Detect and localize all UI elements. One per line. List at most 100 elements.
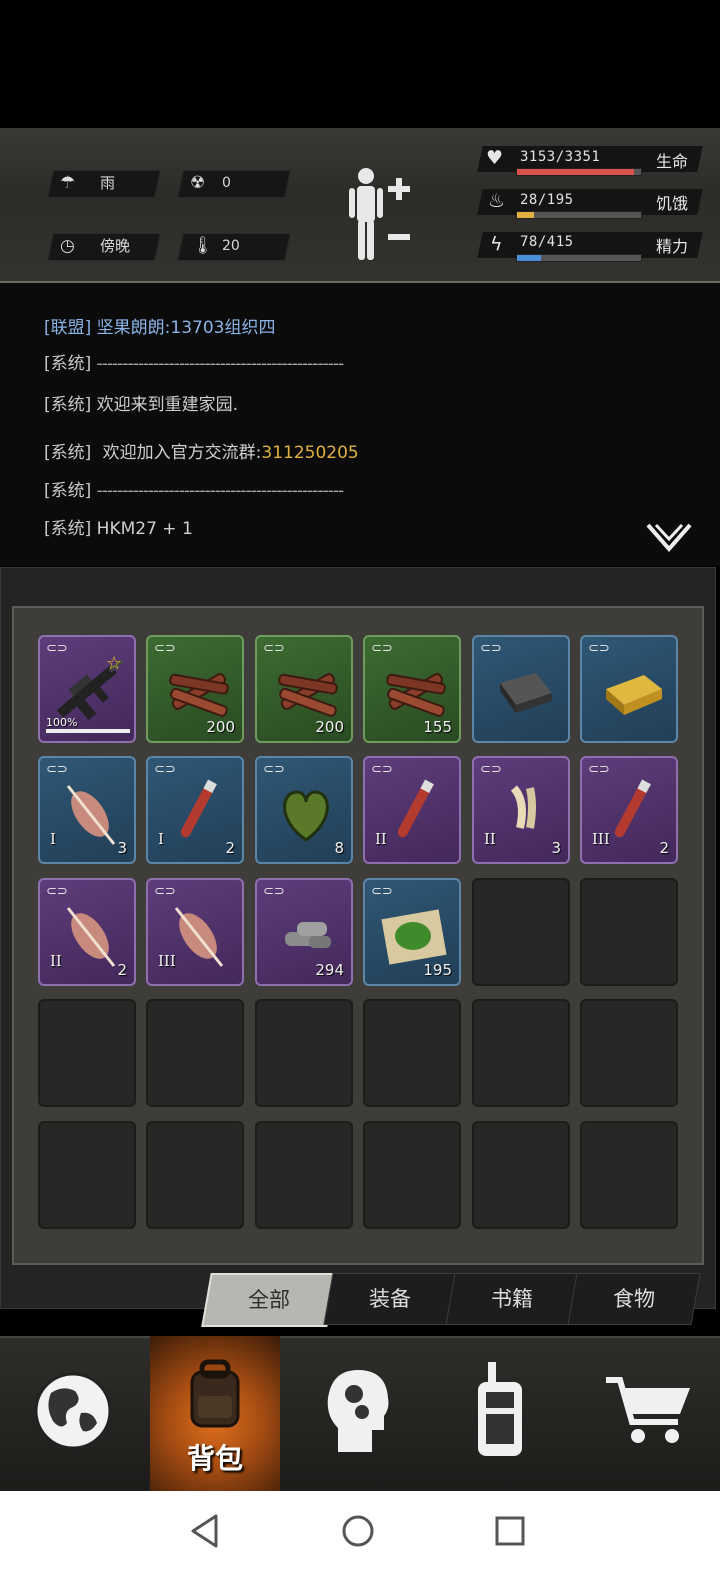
recents-icon[interactable] (494, 1515, 526, 1547)
inventory-slot-empty[interactable] (255, 1121, 353, 1229)
link-icon: ⊂⊃ (371, 884, 393, 899)
hunger-bar (516, 211, 642, 219)
item-quantity: 2 (659, 839, 669, 857)
chat-tag: [系统] (44, 395, 92, 415)
item-tier: II (375, 830, 387, 848)
chat-tag: [系统] (44, 519, 92, 539)
nav-shop[interactable] (580, 1336, 710, 1491)
link-icon: ⊂⊃ (588, 641, 610, 656)
link-icon: ⊂⊃ (154, 762, 176, 777)
link-icon: ⊂⊃ (154, 884, 176, 899)
chat-line: [系统] 欢迎来到重建家园. (44, 390, 238, 415)
inventory-item-assault-rifle[interactable]: ☆ ⊂⊃ 100% (38, 635, 136, 743)
item-quantity: 2 (225, 839, 235, 857)
link-icon: ⊂⊃ (263, 762, 285, 777)
inventory-slot-empty[interactable] (472, 1121, 570, 1229)
globe-icon (34, 1372, 112, 1450)
nav-world-map[interactable] (8, 1336, 138, 1491)
item-quantity: 3 (551, 839, 561, 857)
inventory-slot-empty[interactable] (146, 1121, 244, 1229)
inventory-item-meat[interactable]: ⊂⊃ II 2 (38, 878, 136, 986)
inventory-slot-empty[interactable] (363, 1121, 461, 1229)
inventory-item-meat[interactable]: ⊂⊃ I 3 (38, 756, 136, 864)
health-bar (516, 168, 642, 176)
weather-text: 雨 (100, 174, 116, 192)
inventory-slot-empty[interactable] (363, 999, 461, 1107)
link-icon: ⊂⊃ (154, 641, 176, 656)
inventory-slot-empty[interactable] (472, 878, 570, 986)
link-icon: ⊂⊃ (588, 762, 610, 777)
chat-tag: [联盟] (44, 318, 92, 338)
inventory-slot-empty[interactable] (146, 999, 244, 1107)
item-tier: III (158, 952, 176, 970)
item-quantity: 200 (206, 718, 235, 736)
item-tier: II (50, 952, 62, 970)
inventory-item-blood-vial[interactable]: ⊂⊃ I 2 (146, 756, 244, 864)
tab-equipment[interactable]: 装备 (323, 1273, 457, 1325)
inventory-item-meat[interactable]: ⊂⊃ III (146, 878, 244, 986)
body-status-icon[interactable] (342, 164, 422, 264)
nav-skills[interactable] (294, 1336, 424, 1491)
link-icon: ⊂⊃ (371, 762, 393, 777)
inventory-slot-empty[interactable] (255, 999, 353, 1107)
inventory-item-bullets[interactable]: ⊂⊃ 294 (255, 878, 353, 986)
tab-books[interactable]: 书籍 (445, 1273, 579, 1325)
inventory-item-blood-vial[interactable]: ⊂⊃ II (363, 756, 461, 864)
inventory-slot-empty[interactable] (580, 999, 678, 1107)
clock-icon: ◷ (60, 236, 75, 256)
item-tier: I (50, 830, 56, 848)
item-tier: I (158, 830, 164, 848)
chat-line: [联盟] 坚果朗朗:13703组织四 (44, 313, 275, 338)
hunger-value: 28/195 (520, 192, 574, 208)
shopping-cart-icon (606, 1377, 690, 1443)
nav-backpack[interactable]: 背包 (150, 1336, 280, 1491)
link-icon: ⊂⊃ (371, 641, 393, 656)
inventory-slot-empty[interactable] (472, 999, 570, 1107)
head-gears-icon (327, 1370, 389, 1452)
tab-all[interactable]: 全部 (201, 1273, 337, 1327)
backpack-icon (190, 1359, 240, 1428)
walkie-talkie-icon (478, 1362, 522, 1456)
chevron-down-icon[interactable] (646, 523, 692, 553)
tab-all-label: 全部 (248, 1288, 290, 1312)
inventory-item-cabbage-seeds[interactable]: ⊂⊃ 195 (363, 878, 461, 986)
nav-backpack-label: 背包 (186, 1442, 243, 1475)
inventory-item-gold-ingot[interactable]: ⊂⊃ (580, 635, 678, 743)
inventory-item-heart-organ[interactable]: ⊂⊃ 8 (255, 756, 353, 864)
chat-group-number[interactable]: 311250205 (261, 443, 358, 463)
tab-food[interactable]: 食物 (567, 1273, 701, 1325)
home-icon[interactable] (340, 1513, 376, 1549)
item-tier: III (592, 830, 610, 848)
nav-radio[interactable] (436, 1336, 566, 1491)
inventory-slot-empty[interactable] (580, 878, 678, 986)
link-icon: ⊂⊃ (480, 641, 502, 656)
heart-rate-icon: ♥ (486, 147, 504, 169)
inventory-slot-empty[interactable] (580, 1121, 678, 1229)
tab-food-label: 食物 (613, 1287, 655, 1311)
inventory-slot-empty[interactable] (38, 1121, 136, 1229)
chat-text: ----------------------------------------… (96, 481, 344, 501)
inventory-item-firewood[interactable]: ⊂⊃ 200 (146, 635, 244, 743)
chat-text: HKM27 + 1 (96, 519, 193, 539)
durability-text: 100% (46, 716, 78, 729)
inventory-item-claws[interactable]: ⊂⊃ II 3 (472, 756, 570, 864)
chat-tag: [系统] (44, 443, 92, 463)
time-of-day-text: 傍晚 (100, 237, 131, 255)
link-icon: ⊂⊃ (263, 884, 285, 899)
hunger-bar-fill (517, 212, 535, 218)
chat-tag: [系统] (44, 354, 92, 374)
thermometer-icon: 🌡 (192, 236, 214, 256)
inventory-item-firewood[interactable]: ⊂⊃ 155 (363, 635, 461, 743)
inventory-item-firewood[interactable]: ⊂⊃ 200 (255, 635, 353, 743)
back-icon[interactable] (188, 1513, 222, 1549)
energy-bar (516, 254, 642, 262)
inventory-item-iron-ingot[interactable]: ⊂⊃ (472, 635, 570, 743)
temperature-value: 20 (222, 238, 240, 254)
inventory-item-blood-vial[interactable]: ⊂⊃ III 2 (580, 756, 678, 864)
item-quantity: 195 (423, 961, 452, 979)
radiation-icon: ☢ (190, 173, 206, 193)
inventory-slot-empty[interactable] (38, 999, 136, 1107)
item-quantity: 8 (334, 839, 344, 857)
item-tier: II (484, 830, 496, 848)
chat-log[interactable]: [联盟] 坚果朗朗:13703组织四 [系统] ----------------… (0, 283, 720, 566)
